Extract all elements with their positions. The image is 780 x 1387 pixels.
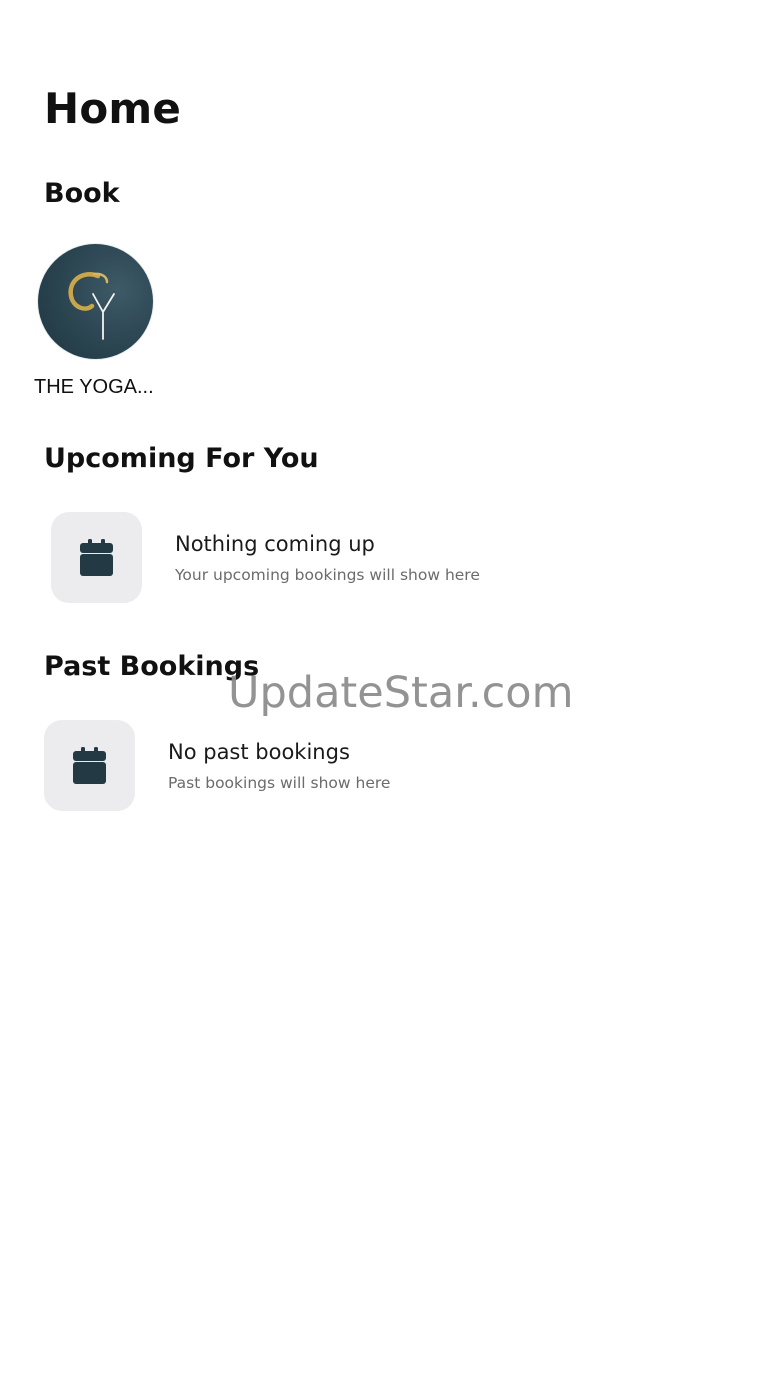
past-empty-state: No past bookings Past bookings will show… bbox=[0, 720, 780, 812]
book-section-title: Book bbox=[44, 178, 120, 209]
studio-logo[interactable] bbox=[38, 244, 153, 359]
upcoming-section-title: Upcoming For You bbox=[44, 443, 319, 474]
upcoming-empty-subtitle: Your upcoming bookings will show here bbox=[175, 566, 480, 584]
calendar-icon bbox=[80, 539, 113, 576]
upcoming-icon-box bbox=[51, 512, 142, 603]
page-title: Home bbox=[44, 84, 182, 133]
past-empty-title: No past bookings bbox=[168, 740, 350, 764]
past-icon-box bbox=[44, 720, 135, 811]
studio-name: THE YOGA... bbox=[34, 376, 154, 398]
calendar-icon bbox=[73, 747, 106, 784]
past-empty-subtitle: Past bookings will show here bbox=[168, 774, 391, 792]
watermark-text: UpdateStar.com bbox=[228, 668, 574, 718]
past-section-title: Past Bookings bbox=[44, 651, 260, 682]
upcoming-empty-title: Nothing coming up bbox=[175, 532, 375, 556]
yoga-studio-logo-icon bbox=[68, 272, 115, 340]
upcoming-empty-state: Nothing coming up Your upcoming bookings… bbox=[0, 512, 780, 604]
